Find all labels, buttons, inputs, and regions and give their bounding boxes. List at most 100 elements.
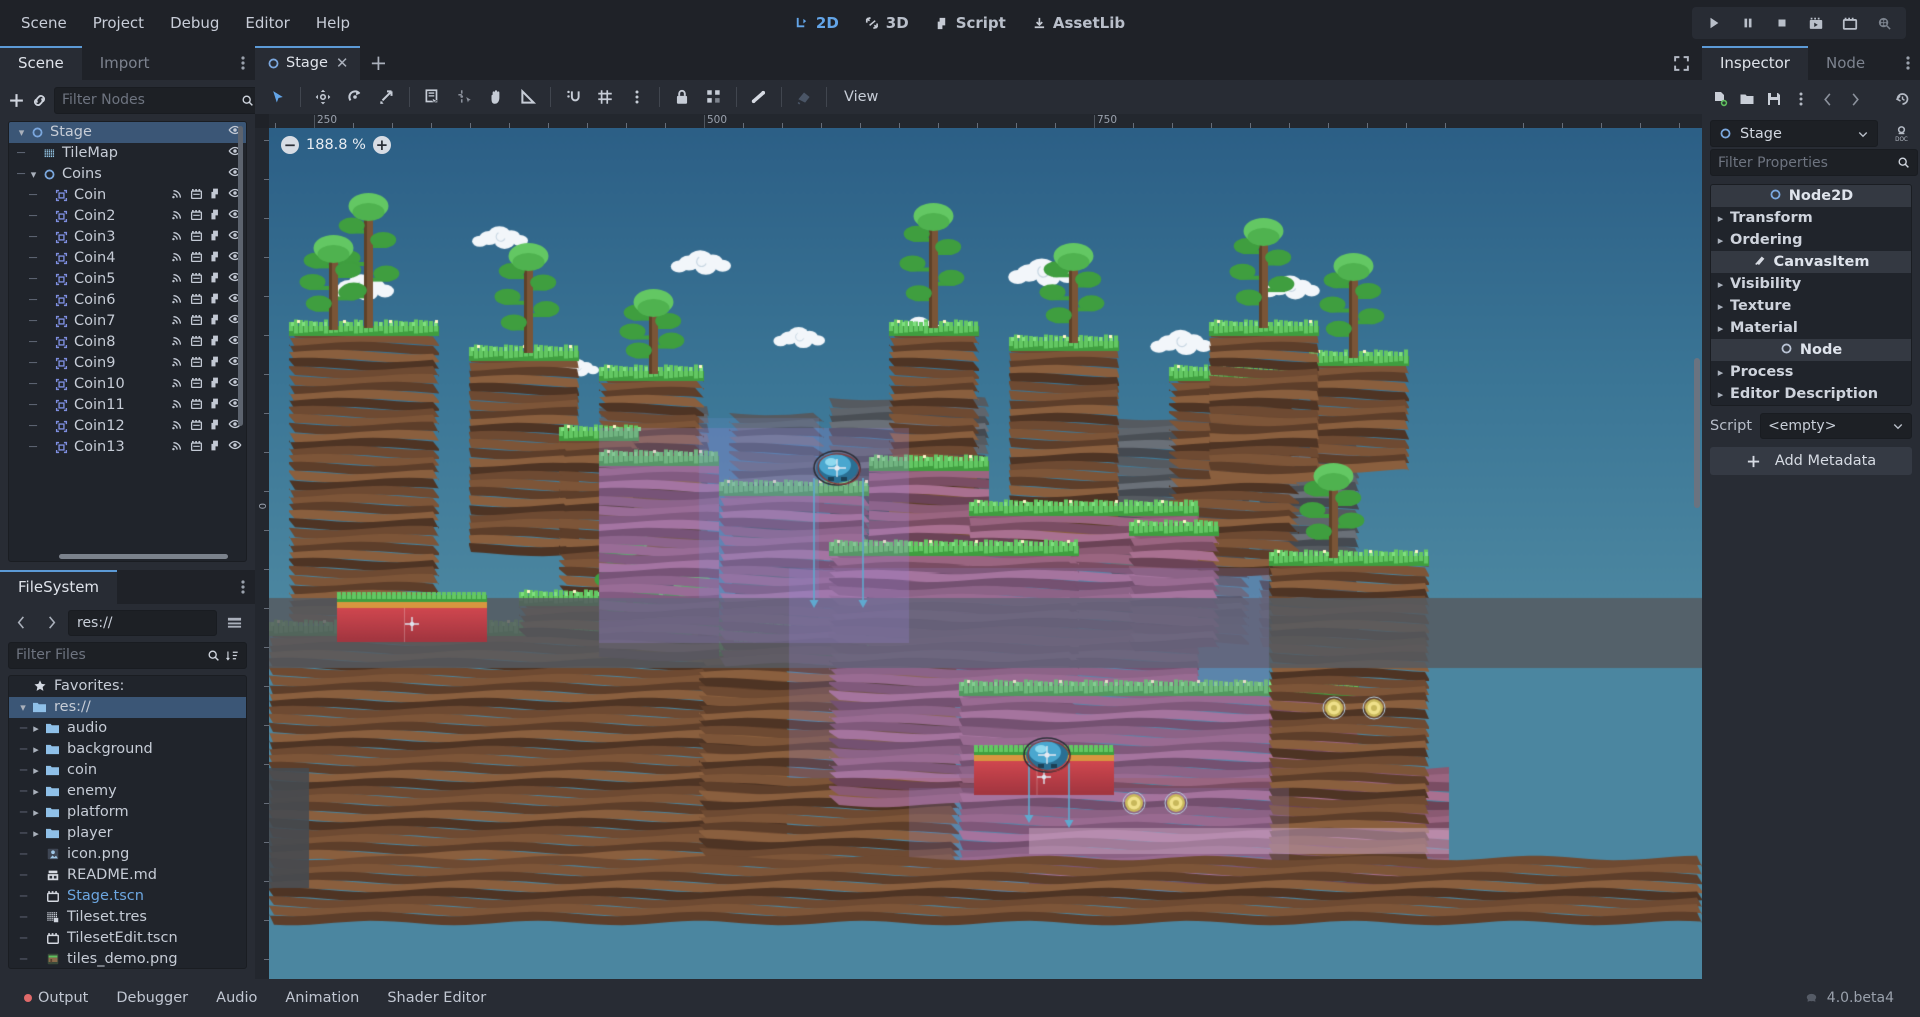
signal-icon[interactable] <box>171 376 184 393</box>
lock-tool[interactable] <box>667 83 697 111</box>
vertical-ruler[interactable]: 0 <box>255 128 269 979</box>
signal-icon[interactable] <box>171 187 184 204</box>
viewport-vertical-scrollbar[interactable] <box>1694 358 1700 508</box>
play-project-button[interactable] <box>1698 10 1730 36</box>
scene-tree[interactable]: ▾Stage─TileMap─▾Coins ─Coin ─Coin2 ─Coin… <box>8 121 247 562</box>
signal-icon[interactable] <box>171 355 184 372</box>
filesystem-item-platform[interactable]: ─▸platform <box>9 802 246 823</box>
tab-filesystem[interactable]: FileSystem <box>0 570 117 604</box>
zoom-out-button[interactable]: − <box>281 136 299 154</box>
scene-tree-item-coin3[interactable]: ─Coin3 <box>9 227 246 248</box>
group-expand-arrow[interactable]: ▸ <box>1715 366 1726 379</box>
snap-mode-tool[interactable] <box>558 83 588 111</box>
inspector-dock-menu-button[interactable] <box>1896 46 1920 80</box>
scene-dock-menu-button[interactable] <box>231 46 255 80</box>
open-documentation-button[interactable]: DOC <box>1888 121 1914 147</box>
filesystem-item-tileset-tres[interactable]: ─Tileset.tres <box>9 907 246 928</box>
filesystem-item-readme-md[interactable]: ─README.md <box>9 865 246 886</box>
scene-instance-icon[interactable] <box>190 292 203 309</box>
inspector-group-visibility[interactable]: ▸Visibility <box>1711 273 1911 295</box>
zoom-in-button[interactable]: + <box>373 136 391 154</box>
signal-icon[interactable] <box>171 397 184 414</box>
new-resource-button[interactable] <box>1707 86 1733 112</box>
menu-editor[interactable]: Editor <box>232 9 302 37</box>
mode-button-3d[interactable]: 3D <box>854 9 920 37</box>
tab-node[interactable]: Node <box>1808 46 1883 80</box>
mode-button-assetlib[interactable]: AssetLib <box>1021 9 1136 37</box>
snap-options-menu[interactable] <box>622 83 652 111</box>
signal-icon[interactable] <box>171 439 184 456</box>
bottom-tab-shader-editor[interactable]: Shader Editor <box>377 986 496 1010</box>
2d-scene-canvas[interactable]: − 188.8 % + <box>269 128 1702 979</box>
script-icon[interactable] <box>209 208 222 225</box>
menu-debug[interactable]: Debug <box>157 9 232 37</box>
fs-expand-arrow[interactable]: ▸ <box>30 785 42 798</box>
save-resource-button[interactable] <box>1761 86 1787 112</box>
menu-project[interactable]: Project <box>80 9 157 37</box>
scene-tree-item-coin13[interactable]: ─Coin13 <box>9 437 246 458</box>
fs-expand-arrow[interactable]: ▸ <box>30 722 42 735</box>
scene-instance-icon[interactable] <box>190 271 203 288</box>
scene-instance-icon[interactable] <box>190 229 203 246</box>
scene-tree-item-coin5[interactable]: ─Coin5 <box>9 269 246 290</box>
filter-properties-input[interactable] <box>1718 155 1892 171</box>
filesystem-item-background[interactable]: ─▸background <box>9 739 246 760</box>
group-expand-arrow[interactable]: ▸ <box>1715 278 1726 291</box>
scene-tree-item-coin9[interactable]: ─Coin9 <box>9 353 246 374</box>
filter-files-input[interactable] <box>16 647 202 663</box>
script-icon[interactable] <box>209 355 222 372</box>
group-expand-arrow[interactable]: ▸ <box>1715 388 1726 401</box>
grid-snap-tool[interactable] <box>590 83 620 111</box>
scene-tree-horizontal-scrollbar[interactable] <box>59 554 228 559</box>
fs-expand-arrow[interactable]: ▸ <box>30 827 42 840</box>
scene-instance-icon[interactable] <box>190 187 203 204</box>
scene-instance-icon[interactable] <box>190 418 203 435</box>
scene-instance-icon[interactable] <box>190 355 203 372</box>
filesystem-item-favorites-[interactable]: Favorites: <box>9 676 246 697</box>
script-icon[interactable] <box>209 313 222 330</box>
signal-icon[interactable] <box>171 229 184 246</box>
scene-instance-icon[interactable] <box>190 376 203 393</box>
group-expand-arrow[interactable]: ▸ <box>1715 234 1726 247</box>
script-icon[interactable] <box>209 271 222 288</box>
fs-expand-arrow[interactable]: ▸ <box>30 764 42 777</box>
scene-instance-icon[interactable] <box>190 397 203 414</box>
group-expand-arrow[interactable]: ▸ <box>1715 212 1726 225</box>
history-back-button[interactable] <box>1815 86 1841 112</box>
scene-tree-item-coin6[interactable]: ─Coin6 <box>9 290 246 311</box>
ruler-mode-tool[interactable] <box>513 83 543 111</box>
scene-tree-item-coin[interactable]: ─Coin <box>9 185 246 206</box>
inspector-group-process[interactable]: ▸Process <box>1711 361 1911 383</box>
script-icon[interactable] <box>209 397 222 414</box>
tree-expand-arrow[interactable]: ▾ <box>15 126 28 139</box>
bottom-tab-animation[interactable]: Animation <box>275 986 369 1010</box>
scene-instance-icon[interactable] <box>190 439 203 456</box>
signal-icon[interactable] <box>171 313 184 330</box>
bottom-tab-output[interactable]: Output <box>14 986 98 1010</box>
filesystem-layout-toggle[interactable] <box>221 610 247 636</box>
scene-tree-item-coin7[interactable]: ─Coin7 <box>9 311 246 332</box>
play-custom-scene-button[interactable] <box>1834 10 1866 36</box>
filesystem-item-tilesetedit-tscn[interactable]: ─TilesetEdit.tscn <box>9 928 246 949</box>
move-mode-tool[interactable] <box>308 83 338 111</box>
filesystem-dock-menu-button[interactable] <box>231 570 255 604</box>
filesystem-item-enemy[interactable]: ─▸enemy <box>9 781 246 802</box>
list-select-tool[interactable] <box>417 83 447 111</box>
scene-instance-icon[interactable] <box>190 250 203 267</box>
scene-tree-item-coin2[interactable]: ─Coin2 <box>9 206 246 227</box>
scene-instance-icon[interactable] <box>190 208 203 225</box>
filesystem-item-audio[interactable]: ─▸audio <box>9 718 246 739</box>
tileset-paint-tool[interactable] <box>789 83 819 111</box>
scene-tree-item-coins[interactable]: ─▾Coins <box>9 164 246 185</box>
filter-nodes-box[interactable] <box>54 87 262 114</box>
bottom-tab-debugger[interactable]: Debugger <box>106 986 198 1010</box>
fs-expand-arrow[interactable]: ▸ <box>30 743 42 756</box>
scene-tree-item-coin12[interactable]: ─Coin12 <box>9 416 246 437</box>
scene-tree-item-coin10[interactable]: ─Coin10 <box>9 374 246 395</box>
script-icon[interactable] <box>209 250 222 267</box>
script-icon[interactable] <box>209 418 222 435</box>
filter-nodes-input[interactable] <box>62 92 236 108</box>
mode-button-2d[interactable]: 2D <box>784 9 850 37</box>
visibility-toggle-icon[interactable] <box>228 438 242 456</box>
inspector-group-transform[interactable]: ▸Transform <box>1711 207 1911 229</box>
